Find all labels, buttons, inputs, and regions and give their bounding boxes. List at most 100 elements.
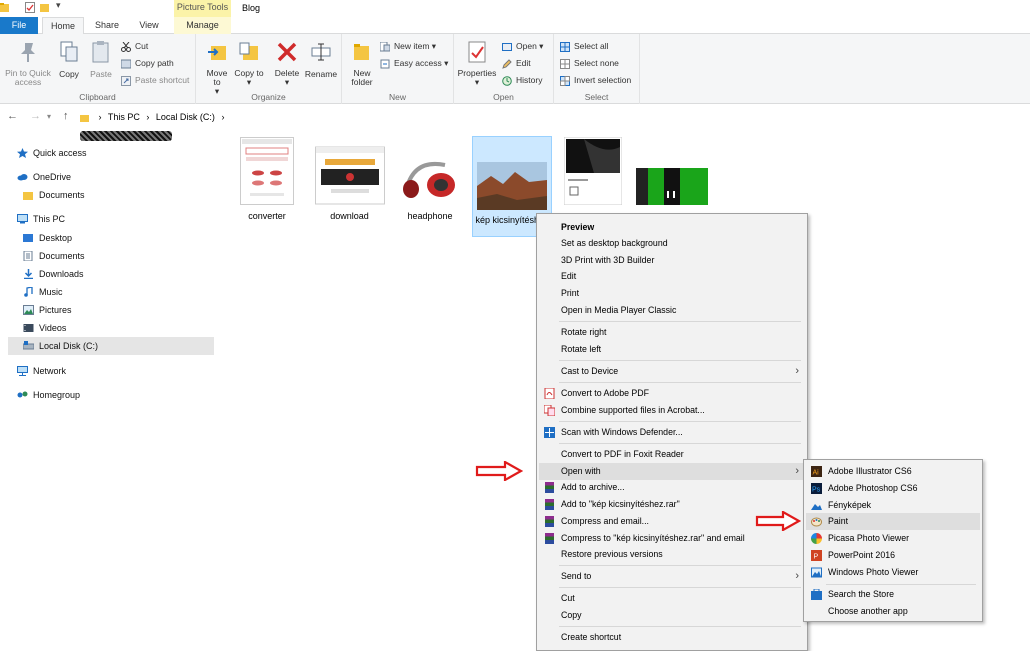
paint-palette-icon	[811, 517, 822, 527]
nav-videos[interactable]: Videos	[23, 319, 207, 337]
address-path[interactable]: › This PC › Local Disk (C:) ›	[80, 108, 325, 141]
invert-selection-button[interactable]: Invert selection	[560, 73, 631, 88]
pin-quick-access-button[interactable]: Pin to Quick access	[2, 40, 54, 87]
breadcrumb-this-pc[interactable]: This PC	[108, 112, 140, 122]
folder-icon[interactable]	[0, 2, 10, 13]
nav-network[interactable]: Network	[17, 362, 207, 380]
nav-downloads[interactable]: Downloads	[23, 265, 207, 283]
menu-item-edit[interactable]: Edit	[539, 268, 805, 285]
breadcrumb-local-disk[interactable]: Local Disk (C:)	[156, 112, 215, 122]
easy-access-button[interactable]: Easy access ▾	[380, 56, 448, 71]
properties-icon[interactable]	[25, 2, 35, 13]
menu-item-preview[interactable]: Preview	[539, 219, 805, 236]
file-item[interactable]: headphone	[392, 137, 468, 222]
copy-label: Copy	[59, 69, 79, 79]
menu-item-open-with[interactable]: Open with ›	[539, 463, 805, 480]
organize-group: Move to ▾ Copy to ▾ Delete ▾ Rename Orga…	[196, 34, 342, 104]
menu-item-set-desktop-background[interactable]: Set as desktop background	[539, 235, 805, 252]
copy-button[interactable]: Copy	[56, 40, 82, 79]
move-to-button[interactable]: Move to ▾	[202, 40, 232, 95]
new-folder-button[interactable]: New folder	[346, 40, 378, 87]
menu-item-add-archive[interactable]: Add to archive...	[539, 479, 805, 496]
tab-share[interactable]: Share	[88, 17, 126, 34]
new-folder-icon[interactable]	[40, 2, 50, 13]
submenu-item-windows-photo-viewer[interactable]: Windows Photo Viewer	[806, 564, 980, 581]
menu-item-create-shortcut[interactable]: Create shortcut	[539, 629, 805, 646]
new-group: New folder New item ▾ Easy access ▾ New	[342, 34, 454, 104]
submenu-item-paint[interactable]: Paint	[806, 513, 980, 530]
nav-homegroup[interactable]: Homegroup	[17, 386, 207, 404]
pictures-icon	[23, 305, 34, 315]
nav-this-pc[interactable]: This PC	[17, 210, 207, 228]
copy-to-button[interactable]: Copy to ▾	[234, 40, 264, 86]
nav-onedrive-documents[interactable]: Documents	[23, 186, 207, 204]
submenu-item-powerpoint[interactable]: P PowerPoint 2016	[806, 547, 980, 564]
menu-item-scan-defender[interactable]: Scan with Windows Defender...	[539, 424, 805, 441]
copy-to-icon	[239, 42, 258, 60]
paste-shortcut-icon	[121, 76, 131, 86]
file-item[interactable]	[634, 137, 710, 207]
cut-button[interactable]: Cut	[121, 39, 148, 54]
forward-arrow-icon[interactable]: →	[30, 110, 41, 122]
menu-item-rotate-right[interactable]: Rotate right	[539, 324, 805, 341]
menu-item-cut[interactable]: Cut	[539, 590, 805, 607]
history-button[interactable]: History	[502, 73, 542, 88]
submenu-item-choose-another-app[interactable]: Choose another app	[806, 603, 980, 620]
menu-item-open-mpc[interactable]: Open in Media Player Classic	[539, 302, 805, 319]
edit-button[interactable]: Edit	[502, 56, 531, 71]
paste-icon	[92, 41, 109, 63]
nav-music[interactable]: Music	[23, 283, 207, 301]
nav-pictures[interactable]: Pictures	[23, 301, 207, 319]
menu-item-rotate-left[interactable]: Rotate left	[539, 341, 805, 358]
submenu-item-illustrator[interactable]: Ai Adobe Illustrator CS6	[806, 463, 980, 480]
nav-desktop[interactable]: Desktop	[23, 229, 207, 247]
paste-shortcut-button[interactable]: Paste shortcut	[121, 73, 189, 88]
copy-path-icon	[121, 59, 131, 69]
tab-manage[interactable]: Manage	[174, 17, 231, 34]
paste-button[interactable]: Paste	[88, 40, 114, 79]
menu-item-foxit[interactable]: Convert to PDF in Foxit Reader	[539, 446, 805, 463]
menu-item-compress-rar-email[interactable]: Compress to "kép kicsinyítéshez.rar" and…	[539, 530, 805, 547]
copy-path-button[interactable]: Copy path	[121, 56, 174, 71]
select-all-button[interactable]: Select all	[560, 39, 609, 54]
submenu-item-picasa[interactable]: Picasa Photo Viewer	[806, 530, 980, 547]
nav-local-disk[interactable]: Local Disk (C:)	[8, 337, 214, 355]
back-arrow-icon[interactable]: ←	[7, 110, 18, 122]
menu-item-combine-acrobat[interactable]: Combine supported files in Acrobat...	[539, 402, 805, 419]
submenu-item-photoshop[interactable]: Ps Adobe Photoshop CS6	[806, 480, 980, 497]
tab-view[interactable]: View	[130, 17, 168, 34]
nav-onedrive[interactable]: OneDrive	[17, 168, 207, 186]
file-item[interactable]: converter	[233, 137, 301, 222]
rename-button[interactable]: Rename	[304, 40, 338, 79]
menu-item-send-to[interactable]: Send to ›	[539, 568, 805, 585]
adobe-pdf-icon	[544, 388, 555, 399]
file-item[interactable]	[562, 136, 624, 207]
svg-text:Ps: Ps	[812, 487, 821, 494]
open-button[interactable]: Open ▾	[502, 39, 543, 54]
properties-button[interactable]: Properties ▾	[456, 40, 498, 86]
pin-icon	[21, 43, 35, 62]
file-item[interactable]: download	[312, 137, 387, 222]
delete-button[interactable]: Delete ▾	[272, 40, 302, 86]
menu-item-print[interactable]: Print	[539, 285, 805, 302]
submenu-item-search-store[interactable]: Search the Store	[806, 586, 980, 603]
menu-item-cast-to-device[interactable]: Cast to Device ›	[539, 363, 805, 380]
new-item-button[interactable]: New item ▾	[380, 39, 436, 54]
select-none-button[interactable]: Select none	[560, 56, 619, 71]
menu-item-restore-versions[interactable]: Restore previous versions	[539, 546, 805, 563]
navigation-pane: Quick access OneDrive Documents This PC …	[0, 140, 215, 651]
up-arrow-icon[interactable]: ↑	[63, 110, 69, 122]
svg-text:P: P	[814, 554, 819, 561]
nav-quick-access[interactable]: Quick access	[17, 144, 207, 162]
tab-file[interactable]: File	[0, 17, 38, 34]
menu-item-3d-print[interactable]: 3D Print with 3D Builder	[539, 252, 805, 269]
tab-home[interactable]: Home	[42, 17, 84, 35]
open-group-label: Open	[493, 92, 514, 102]
menu-item-convert-adobe-pdf[interactable]: Convert to Adobe PDF	[539, 385, 805, 402]
qat-dropdown-icon[interactable]: ▾	[56, 0, 61, 11]
menu-item-copy[interactable]: Copy	[539, 607, 805, 624]
download-arrow-icon	[24, 269, 33, 279]
recent-chevron-icon[interactable]: ▾	[47, 112, 51, 121]
nav-documents[interactable]: Documents	[23, 247, 207, 265]
submenu-item-fenykepek[interactable]: Fényképek	[806, 497, 980, 514]
